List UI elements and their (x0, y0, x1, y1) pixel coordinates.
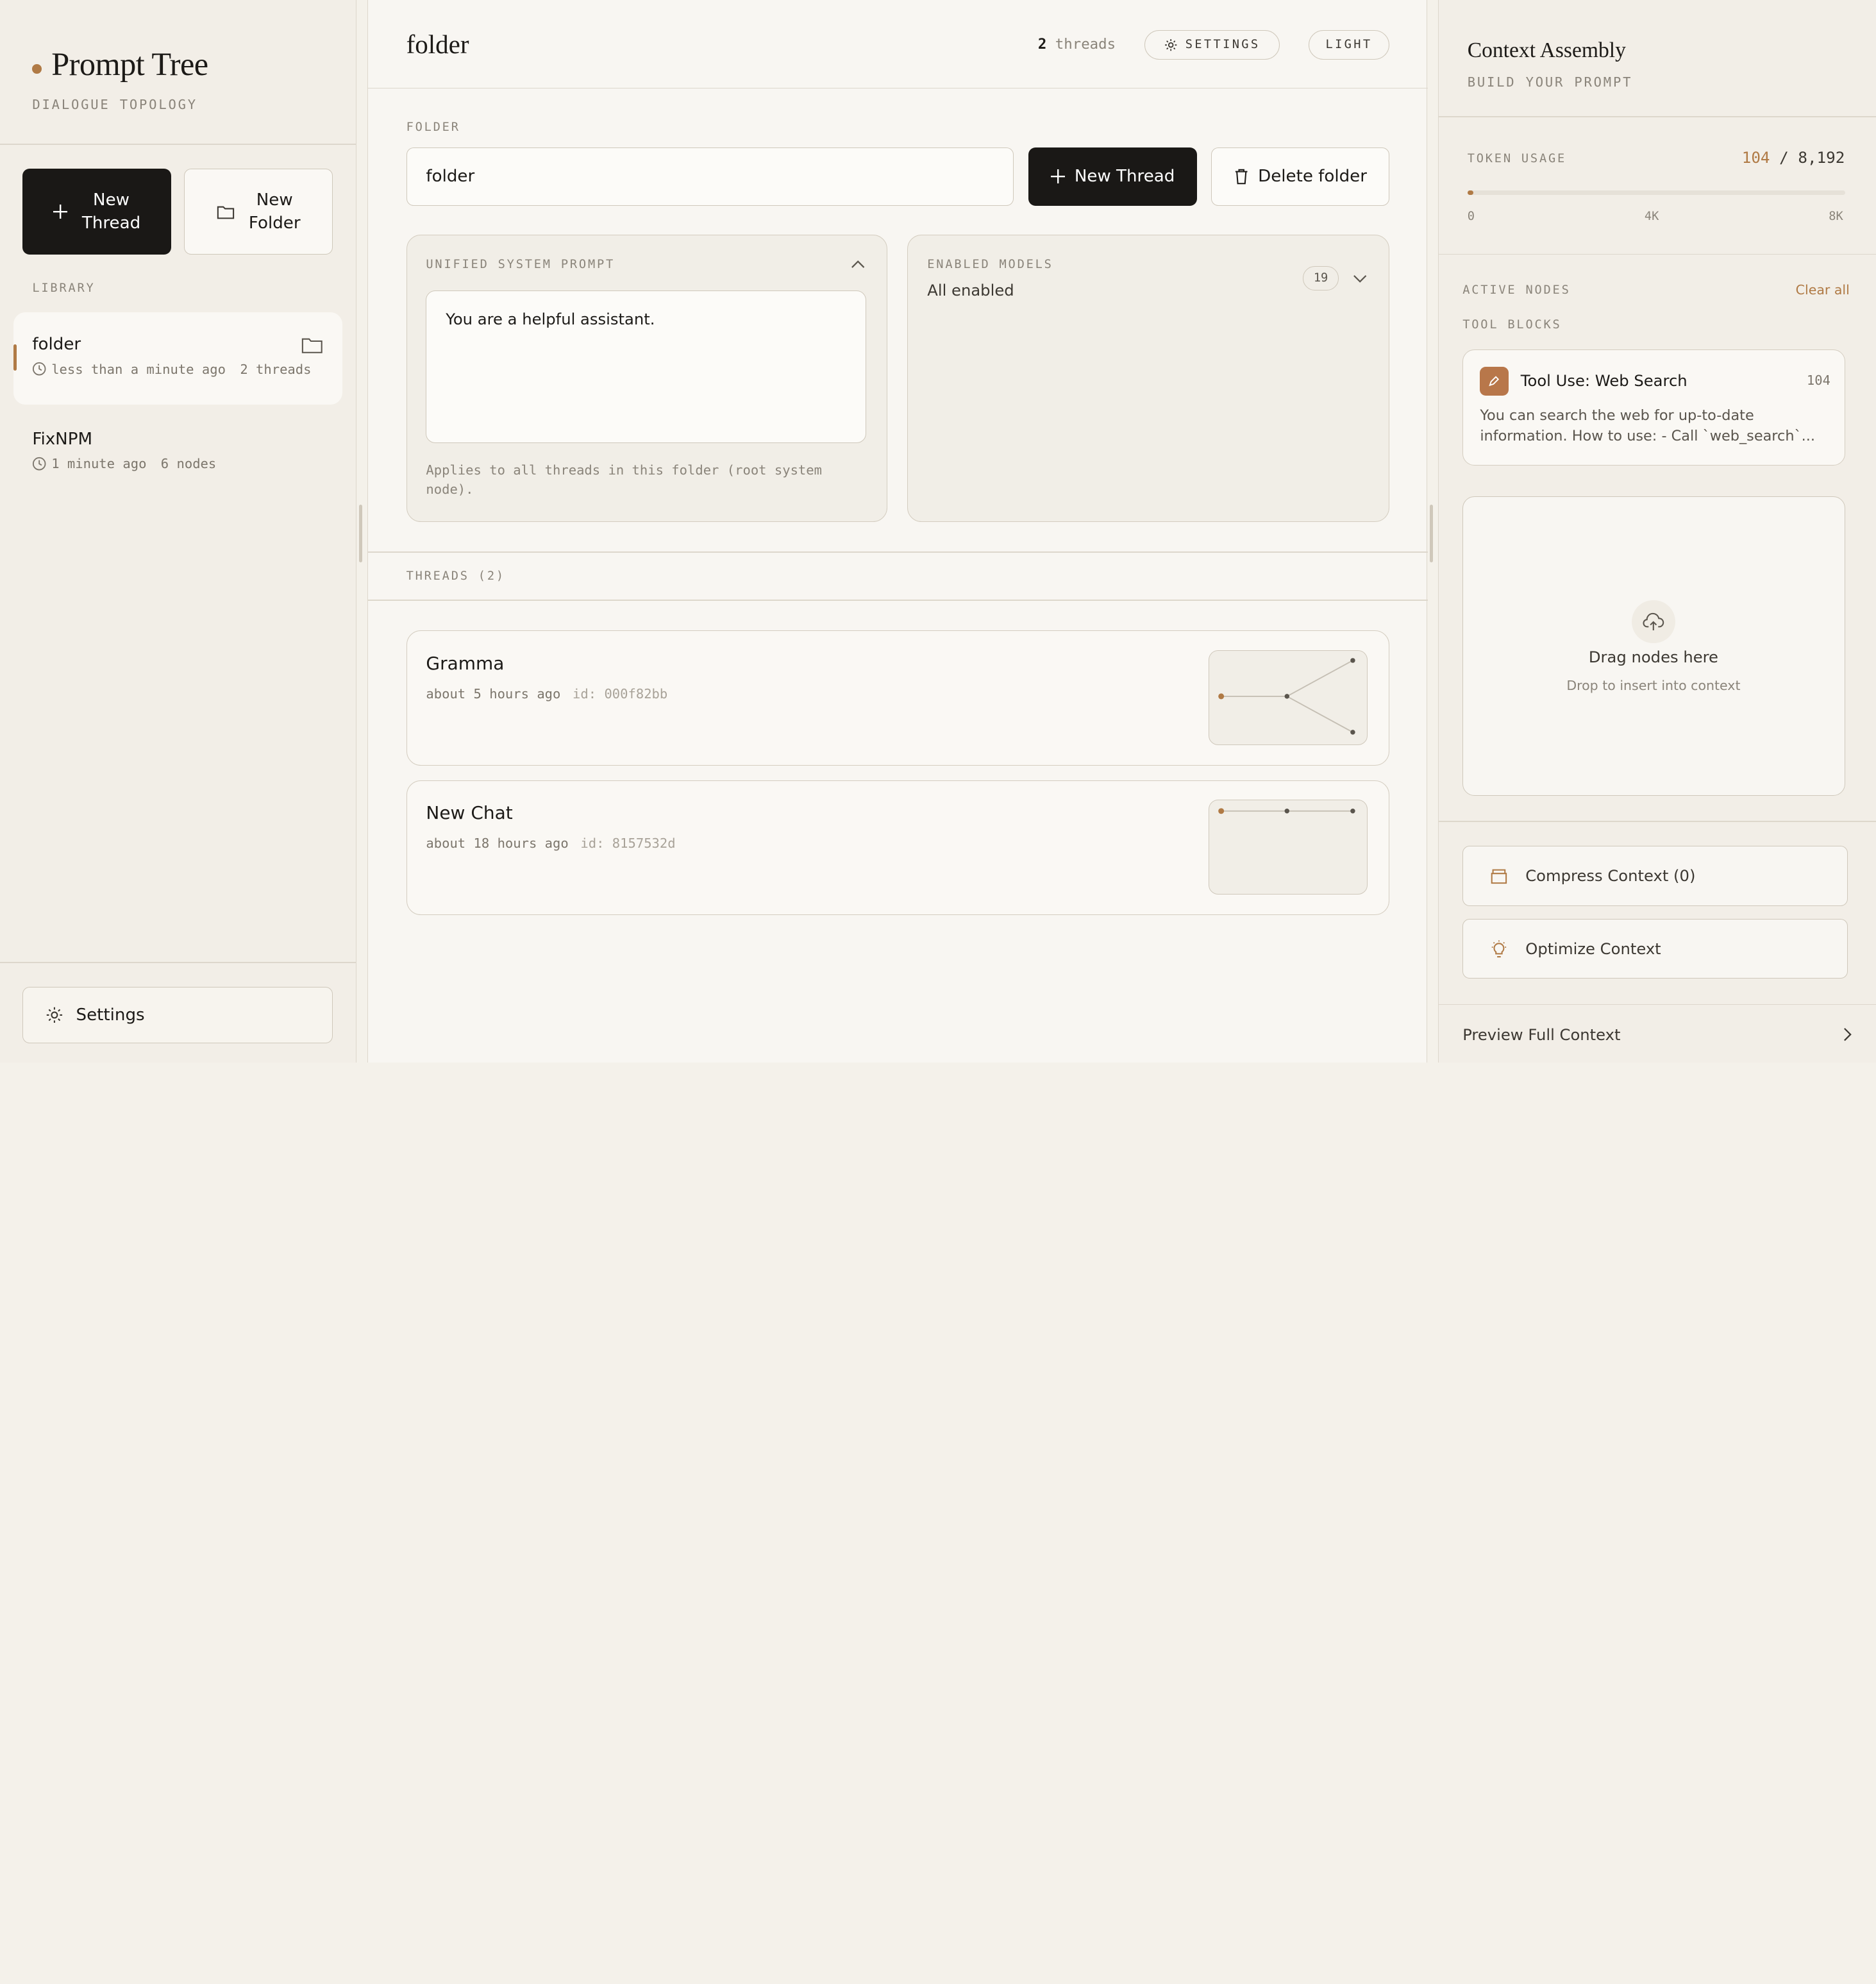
chevron-up-icon[interactable] (851, 259, 865, 269)
context-drop-zone[interactable]: Drag nodes here Drop to insert into cont… (1462, 496, 1846, 796)
app-root: Prompt Tree DIALOGUE TOPOLOGY New Thread … (0, 0, 1876, 1984)
clock-icon (33, 362, 46, 376)
library-item-fixnpm[interactable]: FixNPM 1 minute ago 6 nodes (13, 407, 342, 491)
system-prompt-label: UNIFIED SYSTEM PROMPT (426, 258, 616, 272)
thread-name: Gramma (426, 652, 505, 674)
divider (0, 962, 357, 964)
library-label: LIBRARY (32, 281, 96, 295)
lightbulb-icon (1492, 940, 1507, 957)
sidebar-resize-handle[interactable] (358, 505, 363, 562)
threads-label: THREADS (2) (406, 569, 505, 584)
enabled-models-value: All enabled (927, 280, 1014, 299)
divider (367, 551, 1428, 553)
thread-meta: about 5 hours ago id: 000f82bb (426, 686, 668, 702)
thread-meta: about 18 hours ago id: 8157532d (426, 836, 676, 852)
main-panel: folder 2 threads SETTINGS LIGHT FOLDER f… (367, 0, 1428, 1063)
token-tick: 0 (1467, 209, 1475, 223)
settings-button[interactable]: SETTINGS (1144, 29, 1280, 60)
folder-name-input[interactable]: folder (406, 147, 1014, 206)
gear-icon (1165, 38, 1177, 51)
system-prompt-hint: Applies to all threads in this folder (r… (426, 462, 822, 498)
trash-icon (1235, 169, 1248, 185)
brand: Prompt Tree (32, 46, 208, 83)
plus-icon (53, 205, 68, 219)
token-usage-label: TOKEN USAGE (1467, 151, 1567, 165)
pencil-icon (1480, 366, 1509, 396)
system-prompt-textarea[interactable]: You are a helpful assistant. (426, 290, 867, 444)
token-usage-bar (1467, 190, 1846, 196)
brand-title: Prompt Tree (51, 46, 208, 82)
sidebar: Prompt Tree DIALOGUE TOPOLOGY New Thread … (0, 0, 357, 1063)
chevron-right-icon (1843, 1028, 1852, 1041)
context-panel: Context Assembly BUILD YOUR PROMPT TOKEN… (1437, 0, 1876, 1063)
models-count-badge: 19 (1303, 266, 1339, 290)
folder-icon[interactable] (301, 336, 323, 354)
thread-graph-preview (1208, 650, 1368, 745)
thread-count: 2 threads (1037, 35, 1116, 53)
delete-folder-button[interactable]: Delete folder (1211, 147, 1390, 206)
library-item-name: folder (32, 335, 81, 355)
divider (367, 599, 1428, 601)
optimize-context-button[interactable]: Optimize Context (1462, 919, 1848, 979)
drop-title: Drag nodes here (1588, 648, 1718, 667)
library-item-meta: less than a minute ago 2 threads (32, 362, 322, 377)
new-folder-button[interactable]: New Folder (184, 169, 333, 255)
preview-full-context-button[interactable]: Preview Full Context (1462, 1025, 1852, 1044)
tool-description: You can search the web for up-to-date in… (1480, 407, 1816, 445)
token-usage-fill (1467, 190, 1473, 196)
new-folder-label: New Folder (248, 190, 301, 233)
token-usage-value: 104 / 8,192 (1741, 148, 1845, 167)
token-tick: 4K (1644, 209, 1659, 223)
thread-graph-preview (1208, 800, 1368, 895)
clear-all-link[interactable]: Clear all (1796, 282, 1850, 298)
compress-context-button[interactable]: Compress Context (0) (1462, 846, 1848, 906)
divider (1438, 116, 1876, 117)
active-nodes-label: ACTIVE NODES (1462, 283, 1571, 298)
divider (1438, 253, 1876, 255)
thread-card-new-chat[interactable]: New Chat about 18 hours ago id: 8157532d (406, 780, 1390, 916)
chevron-down-icon[interactable] (1353, 274, 1367, 284)
tool-name: Tool Use: Web Search (1520, 371, 1688, 391)
context-title: Context Assembly (1467, 38, 1626, 62)
tool-blocks-label: TOOL BLOCKS (1462, 318, 1562, 332)
folder-icon (217, 206, 234, 219)
new-thread-label: New Thread (81, 190, 141, 233)
brand-dot-icon (32, 63, 42, 74)
page-title: folder (406, 29, 469, 59)
enabled-models-label: ENABLED MODELS (927, 258, 1053, 272)
system-prompt-card: UNIFIED SYSTEM PROMPT You are a helpful … (406, 234, 887, 522)
thread-name: New Chat (426, 802, 513, 824)
library-item-folder[interactable]: folder less than a minute ago 2 threads (13, 312, 342, 405)
archive-icon (1491, 869, 1507, 884)
drop-subtitle: Drop to insert into context (1566, 678, 1741, 694)
token-tick: 8K (1829, 209, 1843, 223)
enabled-models-card: ENABLED MODELS All enabled 19 (907, 234, 1390, 522)
gear-icon (46, 1007, 63, 1023)
divider (0, 143, 357, 145)
folder-new-thread-button[interactable]: New Thread (1028, 147, 1197, 206)
clock-icon (33, 457, 46, 471)
tool-block-card[interactable]: Tool Use: Web Search 104 You can search … (1462, 349, 1846, 466)
folder-label: FOLDER (406, 121, 460, 135)
divider (1438, 821, 1876, 822)
theme-toggle-button[interactable]: LIGHT (1308, 29, 1390, 60)
library-item-meta: 1 minute ago 6 nodes (32, 456, 322, 471)
upload-cloud-icon (1632, 600, 1675, 644)
context-resize-handle[interactable] (1429, 505, 1434, 562)
brand-subtitle: DIALOGUE TOPOLOGY (32, 97, 197, 113)
plus-icon (1050, 169, 1065, 184)
tool-token-count: 104 (1806, 373, 1830, 389)
divider (1438, 1004, 1876, 1005)
thread-card-gramma[interactable]: Gramma about 5 hours ago id: 000f82bb (406, 630, 1390, 766)
library-item-name: FixNPM (32, 429, 92, 449)
branch-graph (1218, 658, 1355, 735)
sidebar-settings-button[interactable]: Settings (22, 987, 333, 1044)
context-subtitle: BUILD YOUR PROMPT (1467, 74, 1633, 90)
topbar: folder 2 threads SETTINGS LIGHT (367, 0, 1428, 89)
new-thread-button[interactable]: New Thread (22, 169, 171, 255)
linear-graph (1218, 808, 1355, 814)
